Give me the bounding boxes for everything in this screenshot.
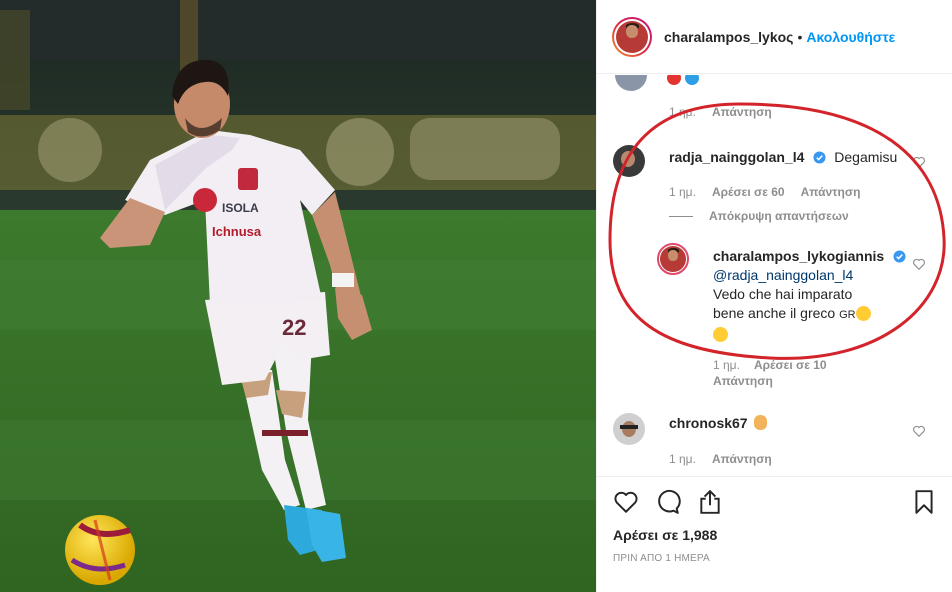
verified-badge-icon <box>893 250 906 263</box>
reply-likes[interactable]: Αρέσει σε 10 <box>754 358 827 372</box>
header-username[interactable]: charalampos_lykoς <box>664 29 793 45</box>
reply-mention-link[interactable]: @radja_nainggolan_l4 <box>713 266 913 285</box>
post-likes-count[interactable]: Αρέσει σε 1,988 <box>613 527 717 543</box>
reply-flag: GR <box>839 309 856 321</box>
header-separator: • <box>797 28 803 45</box>
reply-time[interactable]: 1 ημ. <box>713 358 740 372</box>
reply-meta-2: Απάντηση <box>713 374 773 388</box>
reply-body: charalampos_lykogiannis @radja_nainggola… <box>713 247 913 344</box>
comment-avatar[interactable] <box>615 75 647 91</box>
comment-avatar-chronosk67[interactable] <box>613 413 645 445</box>
laughing-emoji-icon <box>855 306 871 321</box>
shorts-number: 22 <box>282 315 306 340</box>
comment-avatar-radja[interactable] <box>613 145 645 177</box>
comment-bubble-icon[interactable] <box>655 489 681 515</box>
comment-username[interactable]: chronosk67 <box>669 415 748 431</box>
comment-time[interactable]: 1 ημ. <box>669 452 696 466</box>
reply-button[interactable]: Απάντηση <box>712 105 772 119</box>
post-timestamp[interactable]: ΠΡΙΝ ΑΠΟ 1 ΗΜΕΡΑ <box>613 553 710 564</box>
post-header: charalampos_lykoς • Ακολουθήστε <box>597 0 952 74</box>
winking-emoji-icon <box>713 327 728 342</box>
comment-meta: 1 ημ. Απάντηση <box>669 105 772 119</box>
reply-button[interactable]: Απάντηση <box>712 452 772 466</box>
comment-emojis <box>667 75 699 88</box>
reply-avatar[interactable] <box>657 243 689 275</box>
hide-replies-label: Απόκρυψη απαντήσεων <box>709 209 849 223</box>
reply-button[interactable]: Απάντηση <box>713 374 773 388</box>
football-player-photo: 22 ISOLA Ichnusa <box>0 0 596 592</box>
reply-text-line2: bene anche il greco <box>713 305 836 321</box>
post-sidebar: charalampos_lykoς • Ακολουθήστε 1 ημ. Απ… <box>596 0 952 592</box>
comment-username[interactable]: radja_nainggolan_l4 <box>669 149 804 165</box>
post-actions: Αρέσει σε 1,988 ΠΡΙΝ ΑΠΟ 1 ΗΜΕΡΑ <box>597 476 952 592</box>
comments-list[interactable]: 1 ημ. Απάντηση radja_nainggolan_l4 Degam… <box>597 75 952 475</box>
comment-body: chronosk67 <box>669 415 768 433</box>
like-reply-heart-icon[interactable] <box>912 257 926 271</box>
hide-replies-button[interactable]: Απόκρυψη απαντήσεων <box>669 209 849 223</box>
reply-text-line1: Vedo che hai imparato <box>713 286 853 302</box>
follow-button[interactable]: Ακολουθήστε <box>806 29 895 45</box>
header-avatar[interactable] <box>612 16 652 57</box>
like-heart-icon[interactable] <box>613 489 639 515</box>
post-photo[interactable]: 22 ISOLA Ichnusa <box>0 0 596 592</box>
share-icon[interactable] <box>697 489 723 515</box>
comment-likes[interactable]: Αρέσει σε 60 <box>712 185 785 199</box>
shirt-sponsor-ichnusa: Ichnusa <box>212 224 262 239</box>
comment-body: radja_nainggolan_l4 Degamisu <box>669 149 909 167</box>
like-comment-heart-icon[interactable] <box>912 155 926 169</box>
reply-username[interactable]: charalampos_lykogiannis <box>713 248 884 264</box>
comment-time[interactable]: 1 ημ. <box>669 185 696 199</box>
reply-meta: 1 ημ. Αρέσει σε 10 <box>713 358 827 372</box>
comment-meta: 1 ημ. Απάντηση <box>669 452 772 466</box>
bookmark-icon[interactable] <box>911 489 937 515</box>
shirt-sponsor-isola: ISOLA <box>222 201 259 215</box>
comment-meta: 1 ημ. Αρέσει σε 60 Απάντηση <box>669 185 860 199</box>
comment-time[interactable]: 1 ημ. <box>669 105 696 119</box>
like-comment-heart-icon[interactable] <box>912 424 926 438</box>
verified-badge-icon <box>813 151 826 164</box>
reply-button[interactable]: Απάντηση <box>801 185 861 199</box>
ok-hand-emoji-icon <box>754 415 768 430</box>
comment-text: Degamisu <box>834 149 898 165</box>
